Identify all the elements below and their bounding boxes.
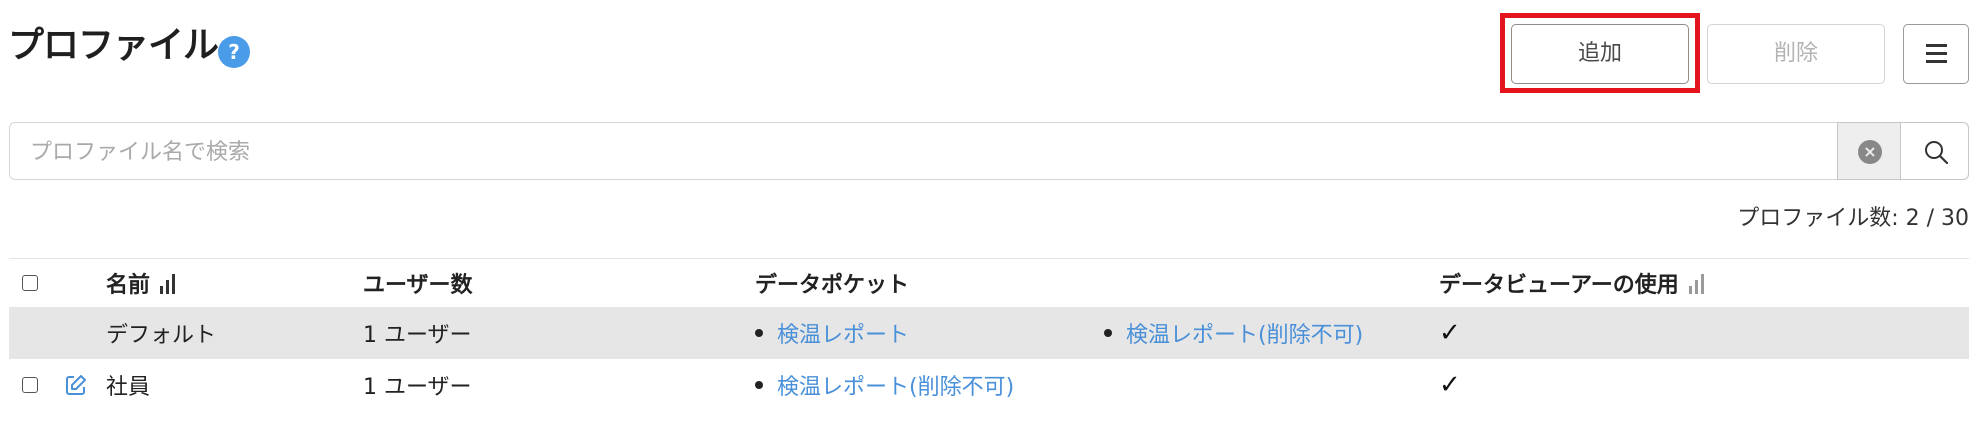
profile-page: プロファイル ? 追加 削除 × プロファイル数: 2 / 30 名前 (0, 0, 1985, 438)
column-header-name[interactable]: 名前 (106, 259, 176, 307)
row-checkbox[interactable] (22, 377, 38, 393)
column-header-data-pocket: データポケット (755, 273, 910, 298)
bullet-icon (755, 329, 763, 337)
hamburger-menu-icon (1926, 44, 1947, 64)
edit-icon[interactable] (64, 373, 88, 397)
profile-count: プロファイル数: 2 / 30 (1737, 206, 1969, 231)
select-all-checkbox[interactable] (22, 275, 38, 291)
search-input[interactable] (28, 123, 1822, 181)
profile-name: 社員 (106, 375, 151, 400)
profile-name: デフォルト (106, 323, 217, 348)
sort-bars-icon[interactable] (1688, 272, 1704, 294)
checkmark-icon: ✓ (1439, 370, 1461, 400)
table-row[interactable]: デフォルト 1 ユーザー 検温レポート 検温レポート(削除不可) ✓ (9, 307, 1969, 359)
help-icon[interactable]: ? (218, 36, 250, 68)
data-pocket-link[interactable]: 検温レポート (777, 317, 909, 349)
menu-button[interactable] (1903, 24, 1969, 84)
data-pocket-link[interactable]: 検温レポート(削除不可) (1126, 317, 1363, 349)
sort-bars-icon[interactable] (160, 272, 176, 294)
data-pocket-item: 検温レポート (755, 307, 909, 359)
bullet-icon (755, 381, 763, 389)
data-pocket-item: 検温レポート(削除不可) (1104, 307, 1363, 359)
column-header-users: ユーザー数 (363, 273, 473, 298)
delete-button[interactable]: 削除 (1707, 24, 1885, 84)
column-header-data-viewer[interactable]: データビューアーの使用 (1439, 259, 1704, 307)
table-header-row: 名前 ユーザー数 データポケット データビューアーの使用 (9, 258, 1969, 307)
profile-table: 名前 ユーザー数 データポケット データビューアーの使用 デフォルト 1 ユーザ… (9, 258, 1969, 411)
magnifier-icon (1925, 141, 1949, 165)
column-label-data-viewer: データビューアーの使用 (1439, 273, 1679, 298)
user-count: 1 ユーザー (363, 323, 472, 348)
table-row[interactable]: 社員 1 ユーザー 検温レポート(削除不可) ✓ (9, 359, 1969, 411)
column-label-name: 名前 (106, 273, 151, 298)
bullet-icon (1104, 329, 1112, 337)
user-count: 1 ユーザー (363, 375, 472, 400)
clear-circle-x-icon: × (1858, 140, 1882, 164)
checkmark-icon: ✓ (1439, 318, 1461, 348)
search-bar: × (9, 122, 1969, 181)
data-pocket-link[interactable]: 検温レポート(削除不可) (777, 369, 1014, 401)
add-button[interactable]: 追加 (1511, 24, 1689, 84)
data-pocket-item: 検温レポート(削除不可) (755, 359, 1014, 411)
clear-search-button[interactable]: × (1837, 122, 1901, 180)
search-button[interactable] (1900, 122, 1969, 180)
page-title: プロファイル (8, 25, 219, 66)
